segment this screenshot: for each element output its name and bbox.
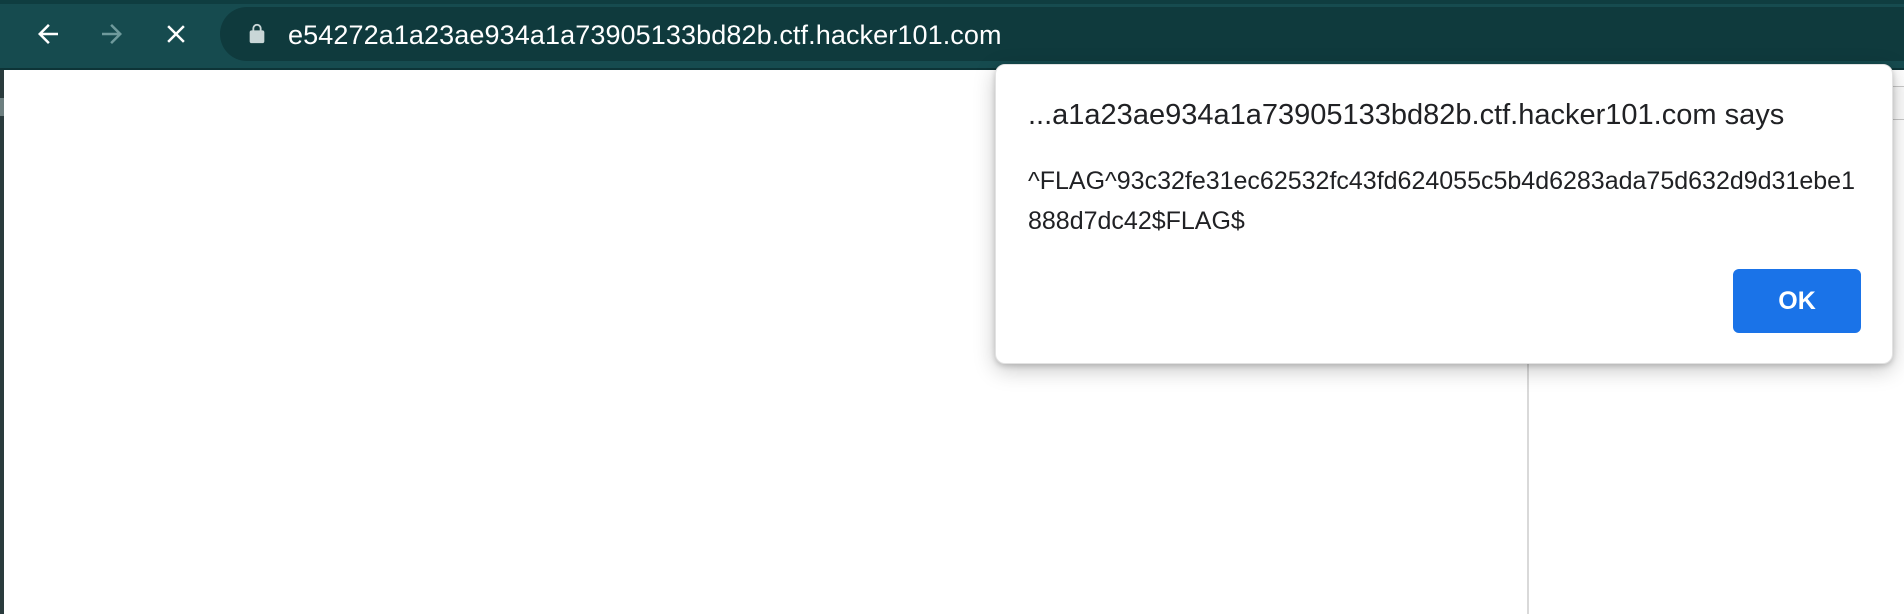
close-icon: [167, 25, 185, 43]
address-bar[interactable]: e54272a1a23ae934a1a73905133bd82b.ctf.hac…: [220, 7, 1904, 61]
browser-toolbar: e54272a1a23ae934a1a73905133bd82b.ctf.hac…: [0, 0, 1904, 70]
dialog-title: ...a1a23ae934a1a73905133bd82b.ctf.hacker…: [1028, 99, 1785, 131]
dialog-message: ^FLAG^93c32fe31ec62532fc43fd624055c5b4d6…: [1028, 167, 1855, 235]
stop-loading-button[interactable]: [154, 12, 198, 56]
window-edge-indicator: [0, 98, 4, 116]
ok-button[interactable]: OK: [1733, 269, 1861, 333]
arrow-right-icon: [102, 24, 122, 44]
pane-divider: [1527, 360, 1529, 614]
window-left-edge: [0, 70, 4, 614]
back-button[interactable]: [26, 12, 70, 56]
toolbar-top-edge: [0, 0, 1904, 4]
arrow-left-icon: [38, 24, 58, 44]
lock-icon[interactable]: [246, 23, 268, 45]
forward-button[interactable]: [90, 12, 134, 56]
alert-dialog: ...a1a23ae934a1a73905133bd82b.ctf.hacker…: [995, 64, 1893, 364]
url-text[interactable]: e54272a1a23ae934a1a73905133bd82b.ctf.hac…: [288, 20, 1002, 51]
